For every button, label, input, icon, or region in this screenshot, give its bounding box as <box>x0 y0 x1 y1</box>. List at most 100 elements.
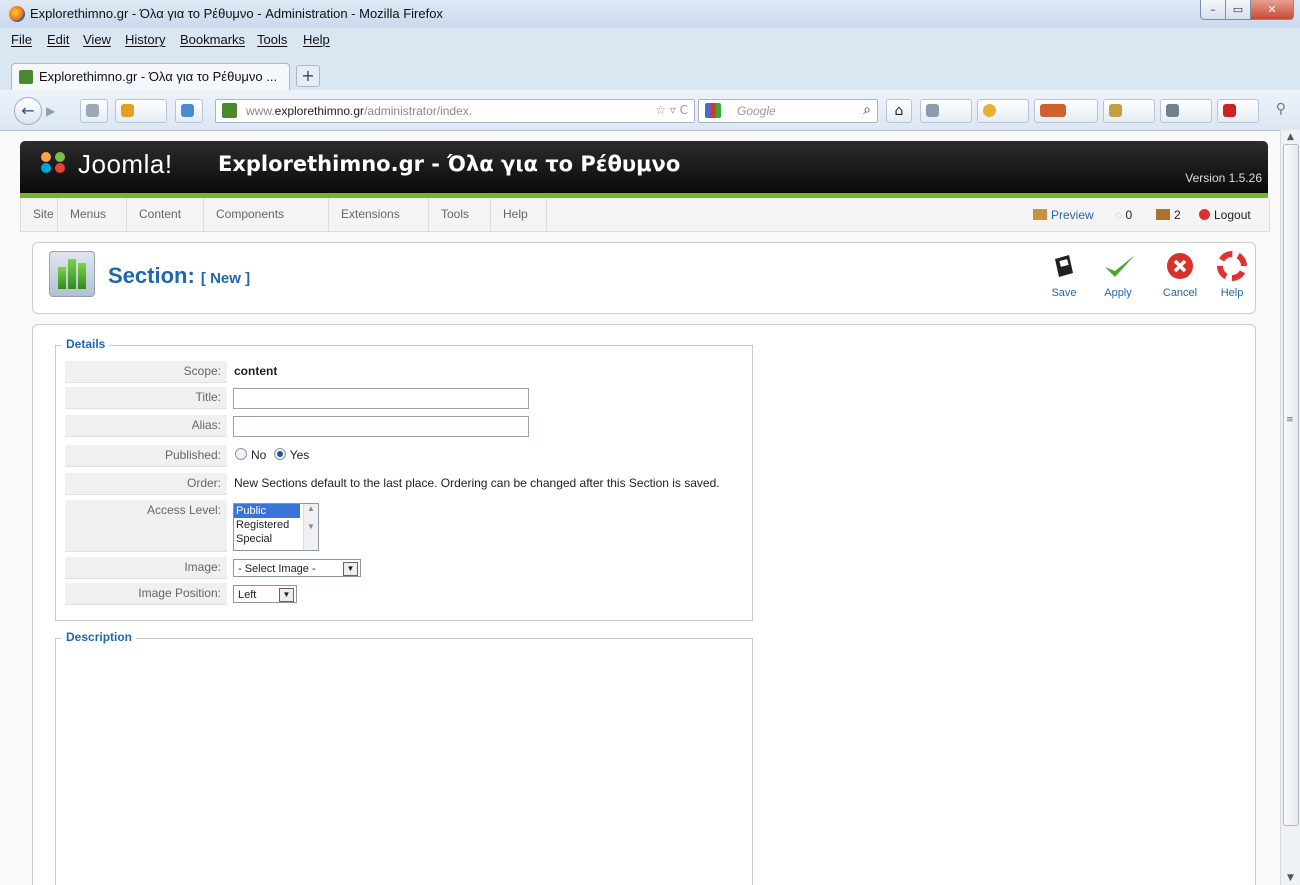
minimize-button[interactable]: – <box>1200 0 1226 20</box>
admin-menu-components[interactable]: Components <box>204 198 329 231</box>
admin-menu-extensions[interactable]: Extensions <box>329 198 429 231</box>
site-identity-icon[interactable] <box>222 103 237 118</box>
save-button[interactable]: Save <box>1040 251 1088 299</box>
page-scrollbar[interactable]: ▲ ≡ ▼ <box>1280 130 1300 885</box>
scope-row: Scope: content <box>65 360 749 384</box>
details-legend: Details <box>62 337 110 351</box>
image-select[interactable]: - Select Image - ▼ <box>233 559 361 577</box>
access-option-public[interactable]: Public <box>234 504 300 518</box>
window-title: Explorethimno.gr - Όλα για το Ρέθυμνο - … <box>30 6 443 21</box>
scope-value: content <box>234 364 278 378</box>
admin-menu-help[interactable]: Help <box>491 198 547 231</box>
listbox-scrollbar[interactable]: ▲ ▼ <box>303 504 318 550</box>
firefox-icon <box>9 6 25 22</box>
users-online-count[interactable]: 2 <box>1156 208 1181 222</box>
save-icon <box>1055 255 1073 277</box>
access-level-row: Access Level: Public Registered Special … <box>65 499 749 553</box>
reload-icon[interactable]: C <box>680 103 688 117</box>
site-name: Explorethimno.gr - Όλα για το Ρέθυμνο <box>218 152 681 176</box>
maximize-button[interactable]: ▭ <box>1226 0 1251 20</box>
title-input[interactable] <box>233 388 529 409</box>
description-fieldset: Description <box>55 630 753 885</box>
apply-check-icon <box>1105 255 1135 277</box>
address-bar[interactable]: www.explorethimno.gr/administrator/index… <box>215 99 695 123</box>
addon-smiley-icon[interactable] <box>977 99 1029 123</box>
admin-menu-menus[interactable]: Menus <box>58 198 127 231</box>
messages-icon: ◌ <box>1115 208 1123 222</box>
help-button[interactable]: Help <box>1208 251 1256 299</box>
order-note: New Sections default to the last place. … <box>234 476 720 490</box>
admin-menu: Site Menus Content Components Extensions… <box>20 198 1270 232</box>
published-yes-label: Yes <box>289 448 310 462</box>
menu-help[interactable]: Help <box>303 32 330 47</box>
access-level-label: Access Level: <box>65 500 227 552</box>
browser-menubar: File Edit View History Bookmarks Tools H… <box>0 28 1300 50</box>
menu-tools[interactable]: Tools <box>257 32 287 47</box>
users-icon <box>1156 209 1170 220</box>
window-controls: – ▭ ✕ <box>1200 0 1294 20</box>
alias-input[interactable] <box>233 416 529 437</box>
menu-view[interactable]: View <box>83 32 111 47</box>
joomla-favicon-icon <box>19 70 33 84</box>
help-lifebuoy-icon <box>1217 251 1247 281</box>
addon-pencil-icon[interactable] <box>115 99 167 123</box>
messages-count[interactable]: ◌ 0 <box>1115 208 1132 222</box>
scrollbar-thumb[interactable] <box>1283 144 1299 826</box>
details-fieldset: Details Scope: content Title: Alias: Pub… <box>55 337 753 621</box>
tab-bar: Explorethimno.gr - Όλα για το Ρέθυμνο ..… <box>0 50 1300 90</box>
published-yes-radio[interactable] <box>273 448 286 460</box>
menu-bookmarks[interactable]: Bookmarks <box>180 32 245 47</box>
addon-toolbar-button-1[interactable] <box>920 99 972 123</box>
bookmark-star-icon[interactable]: ☆ <box>655 103 666 117</box>
access-level-listbox[interactable]: Public Registered Special ▲ ▼ <box>233 503 319 551</box>
published-row: Published: No Yes <box>65 444 749 468</box>
page-title-suffix: [ New ] <box>200 270 251 287</box>
youtube-icon[interactable] <box>1217 99 1259 123</box>
addon-globe-icon[interactable] <box>175 99 203 123</box>
title-label: Title: <box>65 387 227 409</box>
tab-active[interactable]: Explorethimno.gr - Όλα για το Ρέθυμνο ..… <box>11 63 290 90</box>
admin-menu-content[interactable]: Content <box>127 198 204 231</box>
dropdown-arrow-icon[interactable]: ▿ <box>670 103 676 117</box>
forward-icon[interactable]: ▶ <box>46 104 55 118</box>
addon-gear-icon[interactable] <box>1103 99 1155 123</box>
addon-puzzle-icon[interactable] <box>80 99 108 123</box>
back-icon[interactable]: ← <box>14 97 42 125</box>
addon-toolbar-button-2[interactable] <box>1034 99 1098 123</box>
cancel-button[interactable]: Cancel <box>1156 251 1204 299</box>
menu-edit[interactable]: Edit <box>47 32 69 47</box>
image-position-select[interactable]: Left ▼ <box>233 585 297 603</box>
search-icon[interactable]: ⌕ <box>863 102 871 118</box>
tab-label: Explorethimno.gr - Όλα για το Ρέθυμνο ..… <box>39 69 278 84</box>
page-title: Section: [ New ] <box>108 263 251 288</box>
published-no-radio[interactable] <box>235 448 247 460</box>
logout-icon <box>1199 209 1210 220</box>
window-titlebar: Explorethimno.gr - Όλα για το Ρέθυμνο - … <box>0 0 1300 29</box>
scope-label: Scope: <box>65 361 227 383</box>
home-icon[interactable]: ⌂ <box>886 99 912 123</box>
admin-menu-tools[interactable]: Tools <box>429 198 491 231</box>
admin-menu-site[interactable]: Site <box>21 198 58 231</box>
new-tab-button[interactable]: + <box>296 65 320 87</box>
scrollbar-grip-icon: ≡ <box>1286 415 1294 425</box>
order-row: Order: New Sections default to the last … <box>65 472 749 496</box>
logout-link[interactable]: Logout <box>1199 208 1251 222</box>
menu-file[interactable]: File <box>11 32 32 47</box>
page-content: Joomla! Explorethimno.gr - Όλα για το Ρέ… <box>0 131 1280 885</box>
preview-icon <box>1033 209 1047 220</box>
menu-history[interactable]: History <box>125 32 165 47</box>
scroll-down-icon[interactable]: ▼ <box>1287 873 1294 883</box>
toolbar-box: Section: [ New ] Save Apply Cancel Help <box>32 242 1256 314</box>
preview-link[interactable]: Preview <box>1033 208 1094 222</box>
apply-button[interactable]: Apply <box>1094 251 1142 299</box>
google-engine-icon[interactable] <box>705 103 721 118</box>
close-window-button[interactable]: ✕ <box>1251 0 1294 20</box>
url-text: www.explorethimno.gr/administrator/index… <box>246 104 473 118</box>
search-box[interactable]: Google ⌕ <box>698 99 878 123</box>
addon-dropper-icon[interactable] <box>1160 99 1212 123</box>
joomla-logo-text: Joomla! <box>78 149 173 179</box>
joomla-header: Joomla! Explorethimno.gr - Όλα για το Ρέ… <box>20 141 1268 198</box>
zoom-icon[interactable]: ⚲ <box>1276 101 1286 117</box>
scroll-up-icon[interactable]: ▲ <box>1287 132 1294 142</box>
published-label: Published: <box>65 445 227 467</box>
